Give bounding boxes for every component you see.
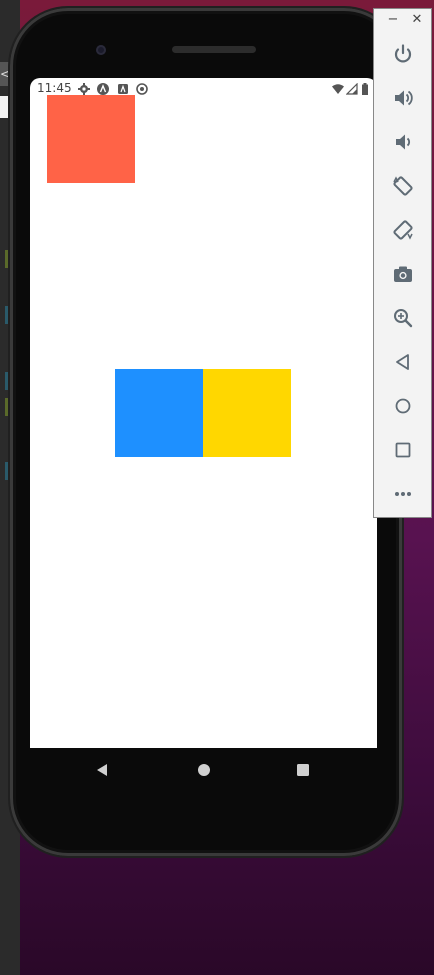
rotate-right-icon[interactable] bbox=[390, 217, 416, 243]
recents-icon[interactable] bbox=[293, 760, 313, 780]
home-icon[interactable] bbox=[390, 393, 416, 419]
desktop-window-page bbox=[0, 96, 10, 118]
signal-icon bbox=[346, 83, 358, 95]
gold-box bbox=[203, 369, 291, 457]
tomato-box bbox=[47, 95, 135, 183]
earpiece-speaker bbox=[172, 46, 256, 53]
power-icon[interactable] bbox=[390, 41, 416, 67]
blue-box bbox=[115, 369, 203, 457]
phone-screen: 11:45 bbox=[30, 78, 377, 748]
screenshot-icon[interactable] bbox=[390, 261, 416, 287]
back-icon[interactable] bbox=[390, 349, 416, 375]
volume-down-icon[interactable] bbox=[390, 129, 416, 155]
rotate-left-icon[interactable] bbox=[390, 173, 416, 199]
volume-up-icon[interactable] bbox=[390, 85, 416, 111]
sync-icon bbox=[136, 83, 148, 95]
zoom-icon[interactable] bbox=[390, 305, 416, 331]
home-icon[interactable] bbox=[194, 760, 214, 780]
app-icon bbox=[117, 83, 129, 95]
vpn-app-icon bbox=[97, 83, 109, 95]
emulator-toolbar: − ✕ bbox=[373, 8, 432, 518]
status-time: 11:45 bbox=[37, 81, 72, 95]
back-icon[interactable] bbox=[92, 760, 112, 780]
gear-icon bbox=[78, 83, 90, 95]
overview-icon[interactable] bbox=[390, 437, 416, 463]
wifi-icon bbox=[332, 83, 344, 95]
navigation-bar bbox=[30, 748, 377, 792]
desktop-window-chevron[interactable]: < bbox=[0, 62, 10, 86]
battery-icon bbox=[361, 83, 369, 95]
more-icon[interactable] bbox=[390, 481, 416, 507]
minimize-button[interactable]: − bbox=[384, 11, 402, 29]
front-camera bbox=[96, 45, 106, 55]
close-button[interactable]: ✕ bbox=[408, 11, 426, 29]
